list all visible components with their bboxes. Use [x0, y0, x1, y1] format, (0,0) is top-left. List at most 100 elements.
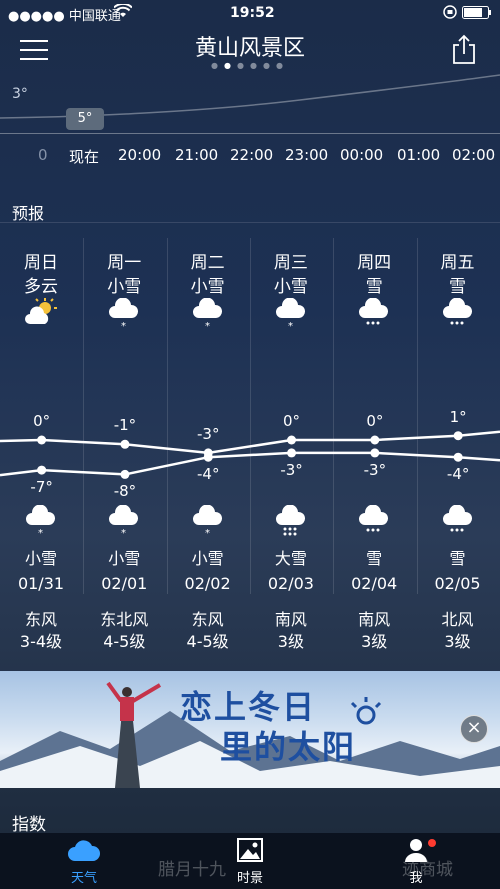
page-title: 黄山风景区	[194, 36, 305, 61]
wind-level: 3级	[277, 632, 304, 651]
hour-label: 现在	[69, 148, 100, 166]
svg-text:*: *	[121, 321, 126, 330]
forecast-day: 周四	[357, 253, 392, 273]
low-temp-point	[37, 465, 47, 475]
low-temp-point	[120, 469, 130, 479]
light-snow-icon: *	[1, 504, 81, 541]
forecast-night-condition: 小雪	[191, 549, 224, 568]
divider	[0, 133, 500, 134]
hour-label: 20:00	[118, 146, 162, 164]
svg-text:*: *	[288, 321, 293, 330]
forecast-condition: 雪	[365, 277, 383, 297]
forecast-night-condition: 大雪	[274, 549, 307, 568]
forecast-date: 01/31	[17, 574, 65, 593]
forecast-wind: 东北风 4-5级	[84, 609, 164, 653]
forecast-day: 周三	[273, 253, 308, 273]
forecast-night-condition: 小雪	[108, 549, 141, 568]
forecast-night-condition: 雪	[366, 549, 383, 568]
svg-text:*: *	[121, 528, 126, 537]
clock: 19:52	[230, 5, 275, 21]
temperature-chart	[0, 430, 500, 479]
snow-icon	[334, 297, 414, 334]
tab-scenery[interactable]: 时景	[210, 837, 290, 886]
light-snow-icon: *	[84, 297, 164, 334]
low-temp-point	[287, 448, 297, 458]
forecast-wind: 东风 4-5级	[168, 609, 248, 653]
ad-line-1: 恋上冬日	[180, 688, 317, 726]
photo-icon	[237, 838, 263, 862]
ad-headline: 恋上冬日 里的太阳	[180, 687, 356, 767]
forecast-wind: 南风 3级	[334, 609, 414, 653]
forecast-night-condition: 雪	[449, 549, 466, 568]
high-temp-line	[0, 430, 500, 455]
low-temp-point	[370, 448, 380, 458]
forecast-date: 02/02	[184, 574, 231, 593]
forecast-wind: 东风 3-4级	[1, 609, 81, 653]
ad-banner[interactable]: 恋上冬日 里的太阳 ×	[0, 671, 500, 788]
tab-weather[interactable]: 天气	[44, 839, 124, 886]
svg-text:*: *	[38, 528, 43, 537]
wind-level: 3-4级	[19, 632, 63, 651]
hour-label: 00:00	[340, 146, 384, 164]
ad-line-2: 里的太阳	[220, 728, 357, 766]
wind-direction: 东风	[191, 610, 224, 629]
snow-icon	[418, 297, 498, 334]
tab-label: 我	[409, 871, 423, 886]
notification-badge	[428, 839, 436, 847]
forecast-day: 周五	[440, 253, 475, 273]
page-indicator[interactable]: ●●●●●●	[0, 61, 500, 70]
snow-icon	[334, 504, 414, 541]
heavy-snow-icon	[251, 504, 331, 541]
svg-text:*: *	[205, 321, 210, 330]
forecast-date: 02/03	[267, 574, 314, 593]
forecast-condition: 多云	[24, 277, 58, 297]
forecast-day: 周二	[190, 253, 225, 273]
hourly-times[interactable]: 0 现在 20:00 21:00 22:00 23:00 00:00 01:00…	[0, 146, 500, 168]
person-icon	[405, 839, 427, 862]
tab-me[interactable]: 我	[376, 837, 456, 886]
forecast-wind: 南风 3级	[251, 609, 331, 653]
forecast-date: 02/01	[101, 574, 148, 593]
wifi-icon	[113, 2, 133, 22]
forecast-heading: 预报	[12, 204, 45, 223]
wind-direction: 东北风	[100, 610, 149, 629]
close-ad-button[interactable]: ×	[460, 715, 488, 743]
hour-label: 23:00	[285, 146, 329, 164]
high-temp-point	[370, 435, 380, 445]
wind-level: 4-5级	[103, 632, 146, 651]
forecast-condition: 小雪	[107, 277, 142, 297]
low-temp-point	[203, 452, 213, 462]
wind-direction: 北风	[441, 610, 474, 629]
low-temp-point	[453, 452, 463, 462]
tab-bar: 腊月十九 迹商城 天气 时景 我	[0, 833, 500, 889]
hour-zero: 0	[38, 146, 48, 164]
forecast-date: 02/05	[434, 574, 481, 593]
high-temp-point	[37, 435, 47, 445]
high-temp-point	[120, 439, 130, 449]
snow-icon	[418, 504, 498, 541]
forecast-night-condition: 小雪	[24, 549, 57, 568]
partly-cloudy-icon	[1, 298, 81, 334]
light-snow-icon: *	[84, 504, 164, 541]
divider	[0, 222, 500, 223]
light-snow-icon: *	[168, 504, 248, 541]
forecast-condition: 小雪	[273, 277, 308, 297]
carrier-label: ●●●●● 中国联通	[8, 9, 121, 24]
hour-label: 02:00	[452, 146, 496, 164]
forecast-condition: 小雪	[190, 277, 225, 297]
rotation-lock-icon	[442, 4, 458, 24]
wind-direction: 南风	[274, 610, 307, 629]
sun-icon	[350, 697, 382, 725]
wind-level: 4-5级	[186, 632, 229, 651]
share-icon[interactable]	[452, 34, 476, 64]
forecast-day: 周日	[24, 253, 58, 273]
light-snow-icon: *	[168, 297, 248, 334]
forecast-day: 周一	[107, 253, 142, 273]
index-heading: 指数	[12, 815, 46, 835]
forecast-wind: 北风 3级	[418, 609, 498, 653]
low-temp-line	[0, 451, 500, 477]
forecast-condition: 雪	[449, 277, 466, 297]
hour-label: 01:00	[397, 146, 441, 164]
wind-direction: 南风	[358, 610, 391, 629]
wind-level: 3级	[444, 632, 471, 651]
